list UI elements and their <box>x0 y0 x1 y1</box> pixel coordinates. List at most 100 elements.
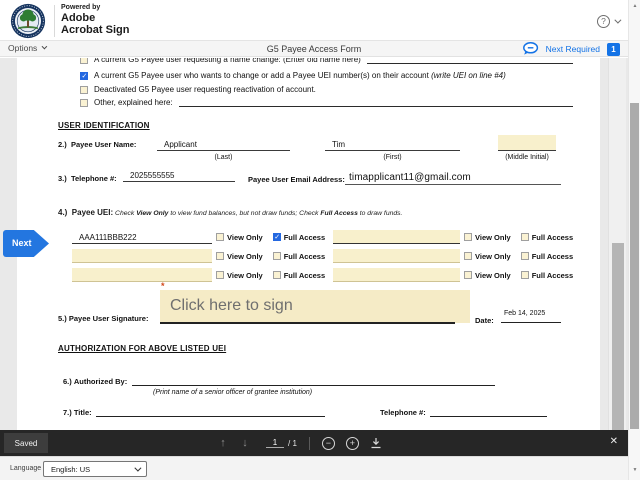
first-caption: (First) <box>383 154 402 161</box>
zoom-out-button[interactable]: − <box>321 436 335 450</box>
middle-initial-field[interactable] <box>498 135 556 151</box>
middle-caption: (Middle Initial) <box>505 154 549 161</box>
full-access-checkbox[interactable] <box>272 271 281 279</box>
telephone-field[interactable]: 2025555555 <box>123 168 235 182</box>
view-only-checkbox[interactable] <box>464 233 472 241</box>
scroll-down-arrow[interactable]: ▼ <box>629 467 640 473</box>
user-identification-heading: USER IDENTIFICATION <box>58 121 150 130</box>
next-page-button[interactable]: ↓ <box>234 437 256 449</box>
uei-row: View Only Full Access <box>333 249 579 263</box>
app-header: Powered by Adobe Acrobat Sign ? <box>0 0 628 41</box>
previous-page-button[interactable]: ↑ <box>212 437 234 449</box>
full-access-checkbox[interactable] <box>520 233 529 241</box>
close-button[interactable]: ✕ <box>610 436 618 447</box>
checkbox-name-change[interactable] <box>80 58 88 64</box>
download-button[interactable] <box>370 437 382 449</box>
pdf-scrollbar[interactable] <box>608 58 626 430</box>
date-underline <box>501 308 561 323</box>
full-access-checkbox[interactable] <box>520 252 529 260</box>
intro-option-row: Other, explained here: <box>80 98 573 107</box>
checkbox-change-uei[interactable] <box>80 71 88 80</box>
view-only-checkbox[interactable] <box>464 252 472 260</box>
first-name-field[interactable]: Tim <box>325 134 460 151</box>
intro-option-row: A current G5 Payee user who wants to cha… <box>80 71 573 80</box>
language-value: English: US <box>51 464 91 474</box>
brand-acrobat-sign: Acrobat Sign <box>61 23 130 36</box>
uei-instructions: 4.) Payee UEI: Check View Only to view f… <box>58 208 403 217</box>
uei-row: View Only Full Access <box>333 230 579 244</box>
next-required-link[interactable]: Next Required <box>546 44 600 54</box>
signature-label: 5.) Payee User Signature: <box>58 314 149 323</box>
pdf-viewport: A current G5 Payee user requesting a nam… <box>0 58 628 430</box>
next-required-count-badge[interactable]: 1 <box>607 42 620 56</box>
language-select[interactable]: English: US <box>43 461 147 477</box>
pdf-page: A current G5 Payee user requesting a nam… <box>17 58 600 430</box>
blank-line <box>366 58 573 64</box>
intro-option-text: A current G5 Payee user requesting a nam… <box>94 58 361 64</box>
date-label: Date: <box>475 316 494 325</box>
scroll-up-arrow[interactable]: ▲ <box>629 3 640 9</box>
view-only-checkbox[interactable] <box>464 271 472 279</box>
page-navigation: ↑ ↓ 1 / 1 − + <box>212 430 382 456</box>
title-label: 7.) Title: <box>63 408 92 417</box>
window-scrollbar-thumb[interactable] <box>630 103 639 429</box>
page-number-input[interactable]: 1 <box>266 438 284 448</box>
chevron-down-icon <box>134 464 142 472</box>
view-only-checkbox[interactable] <box>216 233 224 241</box>
saved-status-badge: Saved <box>4 433 48 453</box>
header-divider <box>54 5 55 37</box>
language-label: Language <box>10 465 42 472</box>
uei-number-field[interactable] <box>72 268 212 282</box>
uei-row: AAA111BBB222 View Only Full Access <box>72 230 331 244</box>
email-label: Payee User Email Address: <box>248 175 345 184</box>
uei-row: View Only Full Access <box>72 249 331 263</box>
uei-number-field[interactable]: AAA111BBB222 <box>72 230 212 244</box>
intro-option-text: A current G5 Payee user who wants to cha… <box>94 71 506 80</box>
uei-number-field[interactable] <box>72 249 212 263</box>
uei-row: View Only Full Access <box>72 268 331 282</box>
title-telephone-line <box>430 402 547 417</box>
blank-line <box>178 98 573 107</box>
title-telephone-label: Telephone #: <box>380 408 426 417</box>
acrobat-sign-window: Powered by Adobe Acrobat Sign ? Options … <box>0 0 640 480</box>
view-only-checkbox[interactable] <box>216 252 224 260</box>
checkbox-reactivation[interactable] <box>80 85 88 94</box>
brand-block: Powered by Adobe Acrobat Sign <box>61 4 129 36</box>
uei-number-field[interactable] <box>333 249 460 263</box>
uei-number-field[interactable] <box>333 268 460 282</box>
email-field: timapplicant11@gmail.com <box>345 168 561 185</box>
last-name-field[interactable]: Applicant <box>157 134 290 151</box>
pdf-scrollbar-thumb[interactable] <box>612 243 624 430</box>
powered-by-text: Powered by <box>61 4 101 11</box>
options-bar: Options G5 Payee Access Form Next Requir… <box>0 41 628 57</box>
full-access-checkbox[interactable] <box>520 271 529 279</box>
viewer-toolbar: Saved ↑ ↓ 1 / 1 − + ✕ <box>0 430 628 456</box>
view-only-checkbox[interactable] <box>216 271 224 279</box>
telephone-label: 3.) Telephone #: <box>58 174 117 183</box>
payee-name-label: 2.) Payee User Name: <box>58 140 137 149</box>
page-total: / 1 <box>288 438 297 448</box>
toolbar-divider <box>308 436 310 450</box>
signature-underline <box>160 308 455 324</box>
full-access-checkbox[interactable] <box>272 233 281 241</box>
authorized-by-line <box>132 371 495 386</box>
intro-option-row: A current G5 Payee user requesting a nam… <box>80 58 573 64</box>
title-line <box>96 402 325 417</box>
authorized-by-caption: (Print name of a senior officer of grant… <box>153 389 313 396</box>
intro-option-text: Deactivated G5 Payee user requesting rea… <box>94 85 316 94</box>
chevron-down-icon <box>614 16 622 24</box>
comment-icon[interactable] <box>522 42 539 56</box>
intro-option-row: Deactivated G5 Payee user requesting rea… <box>80 85 573 94</box>
checkbox-other[interactable] <box>80 98 88 107</box>
footer-bar: Language English: US <box>0 456 628 480</box>
agency-seal-logo <box>10 3 46 39</box>
help-menu-button[interactable]: ? <box>597 13 623 29</box>
zoom-in-button[interactable]: + <box>345 436 359 450</box>
intro-option-text: Other, explained here: <box>94 98 173 107</box>
full-access-checkbox[interactable] <box>272 252 281 260</box>
window-scrollbar[interactable]: ▲ ▼ <box>628 0 640 480</box>
last-caption: (Last) <box>214 154 233 161</box>
download-icon <box>371 438 381 449</box>
uei-row: View Only Full Access <box>333 268 579 282</box>
uei-number-field[interactable] <box>333 230 460 244</box>
